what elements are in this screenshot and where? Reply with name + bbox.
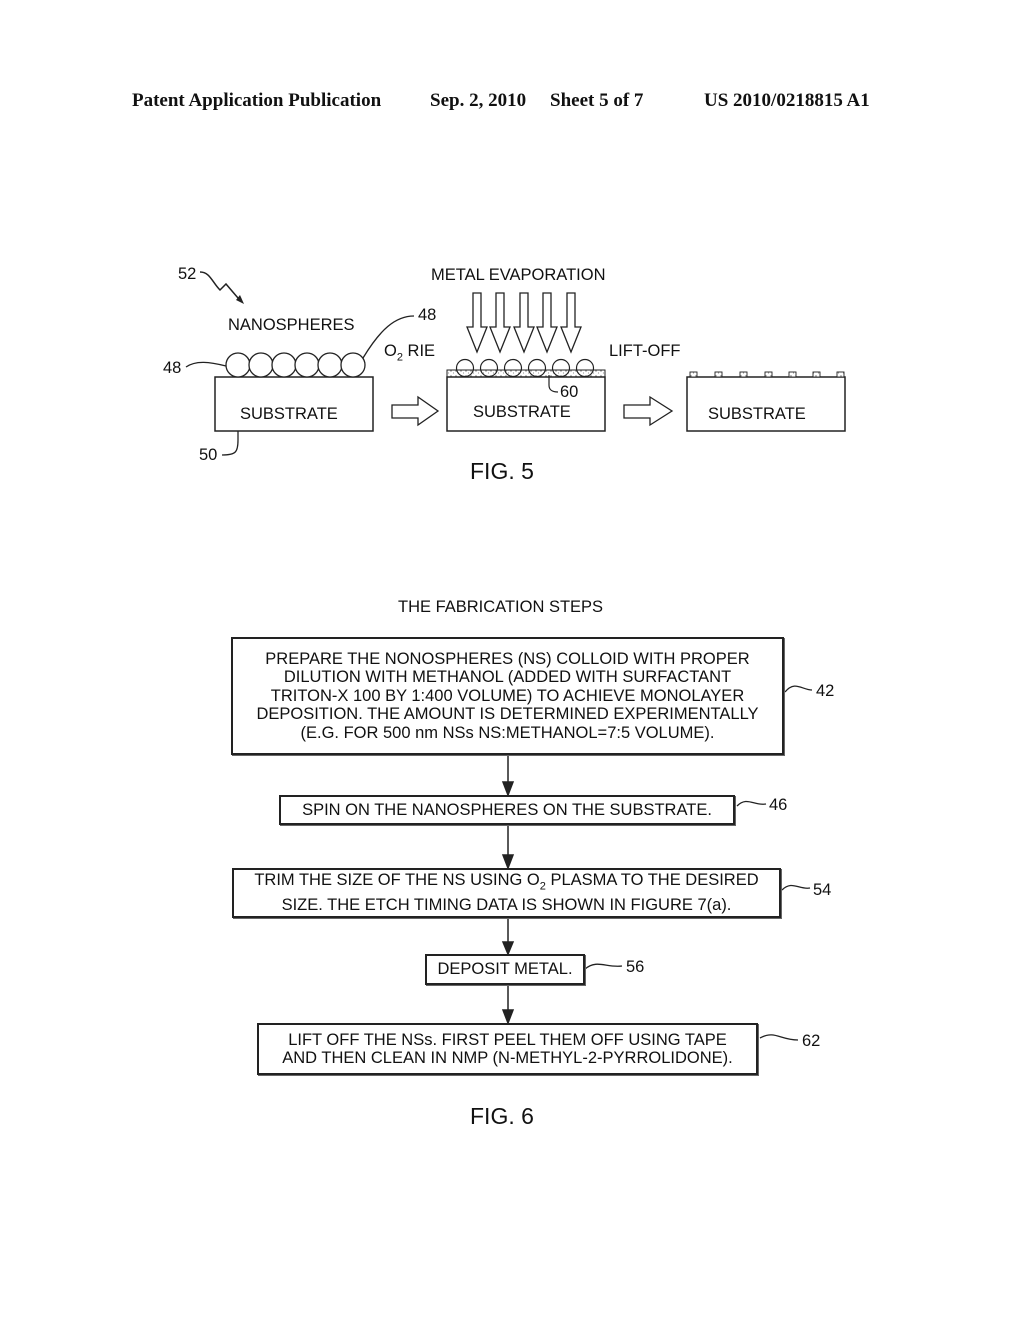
metal-evaporation-label: METAL EVAPORATION — [431, 266, 606, 284]
ref-56: 56 — [626, 958, 645, 976]
ref-48-right: 48 — [418, 306, 437, 324]
substrate-1-label: SUBSTRATE — [240, 405, 338, 423]
fig6-caption: FIG. 6 — [470, 1103, 534, 1129]
nanospheres-1 — [225, 352, 366, 378]
o2-rie-label: O2 RIE — [384, 342, 436, 364]
ref-54: 54 — [813, 881, 832, 899]
ref-48-left-leader — [185, 361, 227, 368]
ref-46: 46 — [769, 796, 788, 814]
ref-50-leader — [221, 431, 239, 456]
ref-42: 42 — [816, 682, 835, 700]
fig6-title: THE FABRICATION STEPS — [398, 598, 604, 616]
ref-52-leader — [199, 271, 239, 299]
step-box-42: PREPARE THE NONOSPHERES (NS) COLLOID WIT… — [231, 637, 784, 755]
step-box-46: SPIN ON THE NANOSPHERES ON THE SUBSTRATE… — [279, 795, 735, 825]
substrate-3-label: SUBSTRATE — [708, 405, 806, 423]
process-arrow-2 — [623, 395, 674, 427]
ref-48-left: 48 — [163, 359, 182, 377]
ref-52: 52 — [178, 265, 197, 283]
ref-60: 60 — [560, 383, 579, 401]
step-box-62: LIFT OFF THE NSs. FIRST PEEL THEM OFF US… — [257, 1023, 758, 1075]
fig5-caption: FIG. 5 — [470, 458, 534, 484]
ref-50: 50 — [199, 446, 218, 464]
step-box-54: TRIM THE SIZE OF THE NS USING O2 PLASMA … — [232, 868, 781, 918]
process-arrow-1 — [391, 395, 440, 427]
evaporation-arrows — [466, 292, 582, 354]
nanospheres-label: NANOSPHERES — [228, 316, 355, 334]
substrate-2-label: SUBSTRATE — [473, 403, 571, 421]
ref-62: 62 — [802, 1032, 821, 1050]
lift-off-label: LIFT-OFF — [609, 342, 681, 360]
step-box-56: DEPOSIT METAL. — [425, 954, 585, 985]
